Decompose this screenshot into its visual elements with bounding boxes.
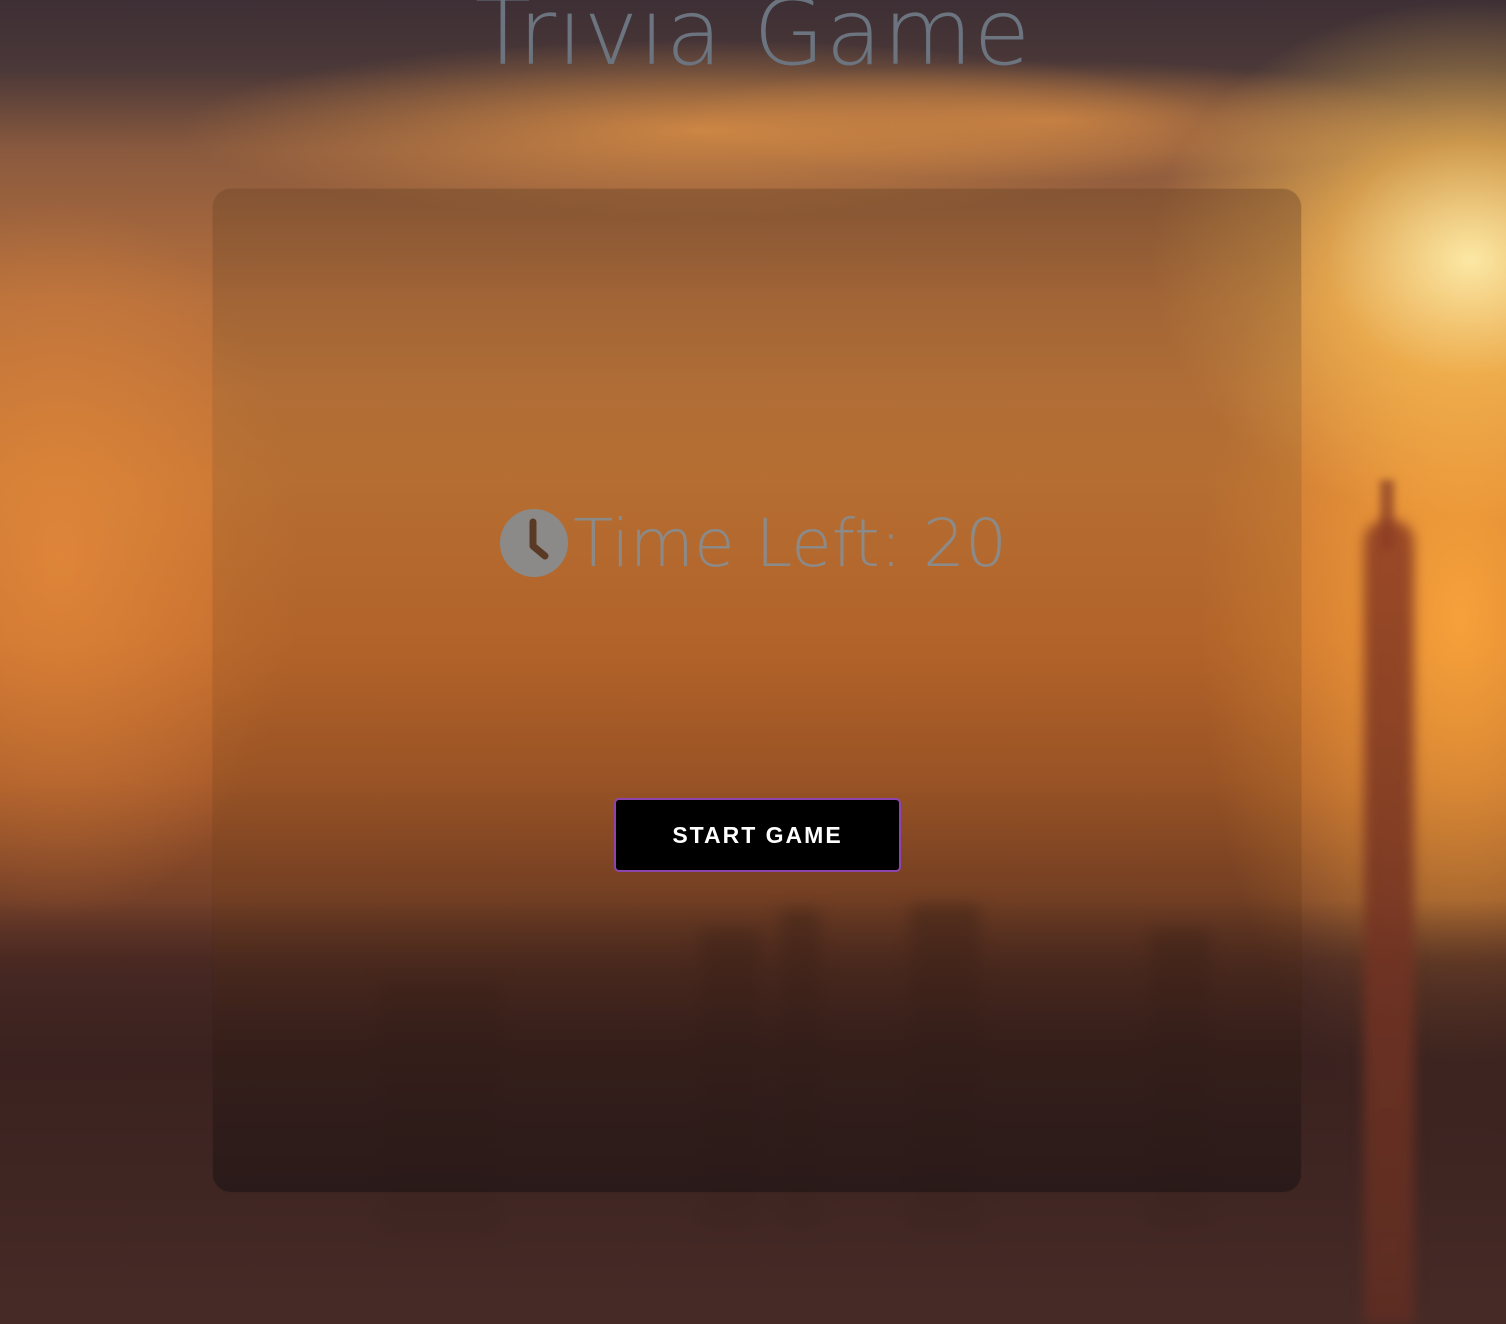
game-title: Trivia Game	[474, 0, 1032, 86]
start-game-button[interactable]: START GAME	[614, 798, 901, 872]
timer-label: Time Left:	[573, 504, 923, 582]
timer-seconds: 20	[922, 504, 1007, 582]
timer-display: Time Left: 20	[0, 504, 1506, 582]
game-panel	[213, 189, 1301, 1192]
clock-icon	[499, 508, 569, 578]
